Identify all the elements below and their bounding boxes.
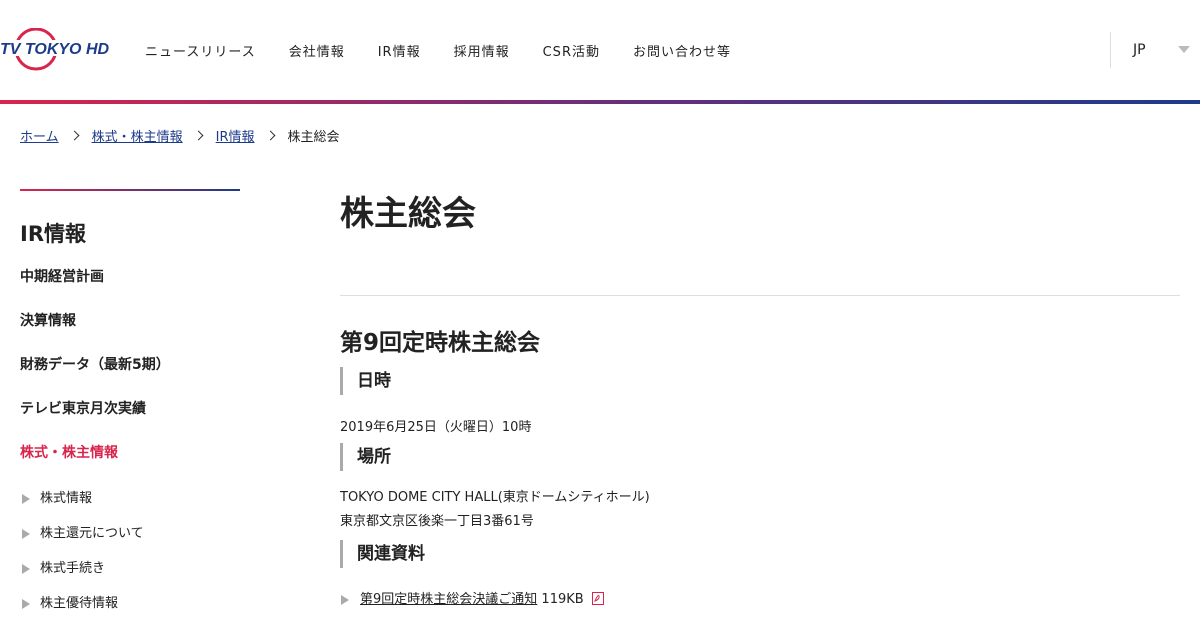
nav-company-info[interactable]: 会社情報 — [289, 41, 345, 60]
sidebar-subitem-stock-info[interactable]: 株式情報 — [20, 481, 240, 516]
venue-line-1: TOKYO DOME CITY HALL(東京ドームシティホール) — [340, 490, 650, 505]
logo-text: TV TOKYO HD — [0, 41, 109, 58]
title-divider — [340, 295, 1180, 296]
sidebar-subitems: 株式情報 株主還元について 株式手続き 株主優待情報 — [20, 481, 240, 621]
tv-tokyo-logo[interactable]: TV TOKYO HD — [0, 28, 110, 72]
chevron-right-icon — [265, 130, 275, 141]
file-size: 119KB — [541, 592, 584, 607]
sidebar-title: IR情報 — [20, 222, 86, 246]
sidebar-subitem-shareholder-benefits[interactable]: 株主優待情報 — [20, 586, 240, 621]
sidebar-subitem-label: 株主優待情報 — [40, 596, 119, 611]
nav-ir-info[interactable]: IR情報 — [378, 41, 421, 60]
language-label: JP — [1133, 42, 1146, 58]
sidebar-item-monthly-results[interactable]: テレビ東京月次実績 — [20, 387, 240, 431]
nav-news-release[interactable]: ニュースリリース — [145, 41, 256, 60]
chevron-right-icon — [69, 130, 80, 141]
language-selector[interactable]: JP — [1110, 32, 1200, 68]
global-nav: ニュースリリース 会社情報 IR情報 採用情報 CSR活動 お問い合わせ等 — [145, 0, 764, 100]
venue-line-2: 東京都文京区後楽一丁目3番61号 — [340, 514, 534, 529]
sidebar-subitem-stock-procedures[interactable]: 株式手続き — [20, 551, 240, 586]
resolution-notice-link[interactable]: 第9回定時株主総会決議ご通知 — [360, 592, 537, 607]
breadcrumb-ir-info[interactable]: IR情報 — [216, 126, 255, 145]
sidebar-top-line — [20, 189, 240, 191]
sidebar-item-financial-results[interactable]: 決算情報 — [20, 299, 240, 343]
materials-heading: 関連資料 — [340, 540, 1180, 568]
sidebar-item-mid-term-plan[interactable]: 中期経営計画 — [20, 255, 240, 299]
triangle-right-icon — [22, 494, 30, 504]
pdf-icon — [591, 592, 604, 605]
main-content: 株主総会 第9回定時株主総会 日時 2019年6月25日（火曜日）10時 場所 … — [340, 190, 1180, 610]
breadcrumb: ホーム 株式・株主情報 IR情報 株主総会 — [20, 126, 340, 145]
material-item: 第9回定時株主総会決議ご通知 119KB — [340, 590, 1180, 610]
site-header: TV TOKYO HD ニュースリリース 会社情報 IR情報 採用情報 CSR活… — [0, 0, 1200, 100]
page-title: 株主総会 — [340, 194, 476, 234]
nav-recruit-info[interactable]: 採用情報 — [454, 41, 510, 60]
datetime-value: 2019年6月25日（火曜日）10時 — [340, 420, 532, 435]
triangle-right-icon — [22, 599, 30, 609]
sidebar-item-financial-data[interactable]: 財務データ（最新5期） — [20, 343, 240, 387]
triangle-right-icon — [341, 595, 349, 605]
breadcrumb-current: 株主総会 — [287, 130, 340, 145]
chevron-down-icon — [1178, 46, 1190, 53]
breadcrumb-stock-info[interactable]: 株式・株主情報 — [92, 126, 183, 145]
breadcrumb-home[interactable]: ホーム — [20, 126, 59, 145]
sidebar-subitem-label: 株式情報 — [40, 491, 93, 506]
triangle-right-icon — [22, 564, 30, 574]
triangle-right-icon — [22, 529, 30, 539]
section-title: 第9回定時株主総会 — [340, 330, 541, 356]
nav-contact[interactable]: お問い合わせ等 — [633, 41, 731, 60]
sidebar: IR情報 中期経営計画 決算情報 財務データ（最新5期） テレビ東京月次実績 株… — [20, 189, 240, 621]
sidebar-subitem-label: 株式手続き — [40, 561, 106, 576]
sidebar-subitem-label: 株主還元について — [40, 526, 144, 541]
nav-csr[interactable]: CSR活動 — [543, 41, 600, 60]
sidebar-item-stock-info[interactable]: 株式・株主情報 — [20, 431, 240, 475]
sidebar-subitem-shareholder-return[interactable]: 株主還元について — [20, 516, 240, 551]
chevron-right-icon — [193, 130, 204, 141]
datetime-heading: 日時 — [340, 367, 1180, 395]
venue-heading: 場所 — [340, 443, 1180, 471]
header-gradient-bar — [0, 100, 1200, 104]
